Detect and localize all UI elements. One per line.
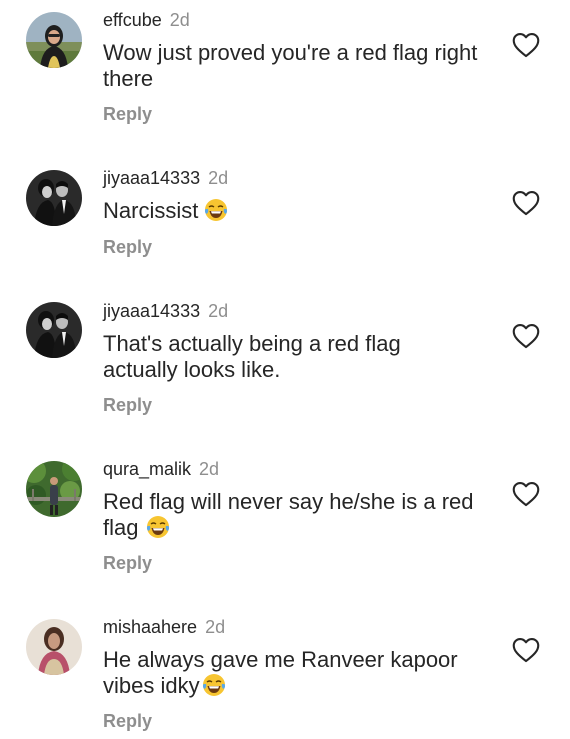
comment-body: Narcissist [103,198,199,223]
couple-bw-avatar-icon [26,170,82,226]
reply-button[interactable]: Reply [103,711,152,732]
comment-meta: qura_malik 2d [103,459,219,480]
timestamp: 2d [205,617,226,637]
username[interactable]: mishaahere [103,617,197,637]
face-with-tears-of-joy-icon [205,199,228,221]
avatar[interactable] [26,170,82,226]
like-heart-icon[interactable] [512,323,540,349]
comment-text: He always gave me Ranveer kapoor vibes i… [103,647,473,699]
timestamp: 2d [199,459,220,479]
face-with-tears-of-joy-icon [202,674,225,696]
face-with-tears-of-joy-icon [147,516,170,538]
comment-body: Wow just proved you're a red flag right … [103,40,478,91]
username[interactable]: effcube [103,10,162,30]
comment-text: Wow just proved you're a red flag right … [103,40,488,92]
timestamp: 2d [208,168,229,188]
like-heart-icon[interactable] [512,190,540,216]
timestamp: 2d [208,301,229,321]
like-heart-icon[interactable] [512,32,540,58]
comment-meta: mishaahere 2d [103,617,225,638]
comment-text: That's actually being a red flag actuall… [103,331,433,383]
comment-meta: effcube 2d [103,10,190,31]
reply-button[interactable]: Reply [103,104,152,125]
username[interactable]: jiyaaa14333 [103,301,200,321]
woman-portrait-avatar-icon [26,619,82,675]
username[interactable]: jiyaaa14333 [103,168,200,188]
comment-meta: jiyaaa14333 2d [103,301,228,322]
bridge-forest-avatar-icon [26,461,82,517]
avatar[interactable] [26,302,82,358]
avatar[interactable] [26,12,82,68]
avatar[interactable] [26,619,82,675]
avatar[interactable] [26,461,82,517]
reply-button[interactable]: Reply [103,395,152,416]
like-heart-icon[interactable] [512,481,540,507]
comment-meta: jiyaaa14333 2d [103,168,228,189]
timestamp: 2d [169,10,190,30]
comment-text: Red flag will never say he/she is a red … [103,489,488,541]
username[interactable]: qura_malik [103,459,191,479]
comment-body: He always gave me Ranveer kapoor vibes i… [103,647,458,698]
comment-text: Narcissist [103,198,488,224]
woman-hijab-avatar-icon [26,12,82,68]
couple-bw-avatar-icon [26,302,82,358]
like-heart-icon[interactable] [512,637,540,663]
comment-body: That's actually being a red flag actuall… [103,331,401,382]
reply-button[interactable]: Reply [103,553,152,574]
reply-button[interactable]: Reply [103,237,152,258]
